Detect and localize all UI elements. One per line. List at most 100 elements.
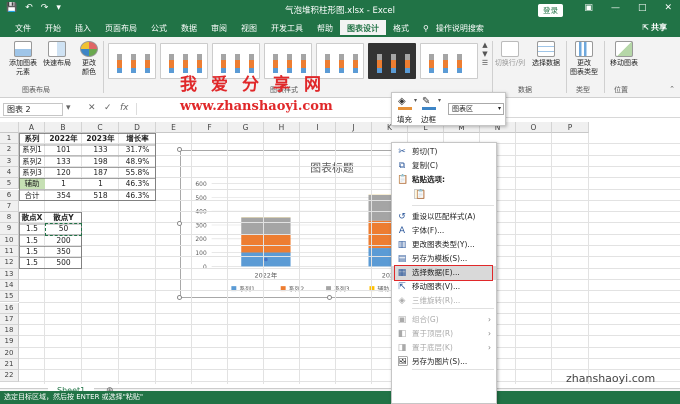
context-menu-item[interactable]: A 字体(F)...: [392, 224, 496, 238]
table-cell[interactable]: 31.7%: [119, 144, 156, 155]
table-cell[interactable]: 133: [82, 144, 119, 155]
worksheet-grid[interactable]: 图表标题01002003004005006002022年2023年系列1系列2系…: [0, 122, 680, 384]
column-header[interactable]: F: [192, 122, 228, 133]
row-header[interactable]: 18: [0, 325, 19, 337]
column-header[interactable]: D: [119, 122, 156, 133]
context-menu-item[interactable]: ▥ 更改图表类型(Y)...: [392, 238, 496, 252]
table-cell[interactable]: 133: [45, 156, 82, 167]
row-header[interactable]: 12: [0, 257, 19, 269]
table-cell[interactable]: 增长率: [119, 133, 156, 144]
table-cell[interactable]: 合计: [19, 190, 45, 201]
insert-function-icon[interactable]: fx: [120, 103, 129, 113]
ribbon-display-icon[interactable]: ▣: [584, 3, 593, 13]
table-cell[interactable]: 48.9%: [119, 156, 156, 167]
chart-resize-handle[interactable]: [177, 147, 182, 152]
column-header[interactable]: O: [516, 122, 552, 133]
change-chart-type-button[interactable]: 更改 图表类型: [568, 41, 600, 77]
chart-style-thumbnail[interactable]: [368, 43, 416, 79]
tab-formulas[interactable]: 公式: [144, 23, 174, 34]
column-header[interactable]: B: [45, 122, 82, 133]
table-cell[interactable]: 518: [82, 190, 119, 201]
row-header[interactable]: 10: [0, 234, 19, 246]
minimize-icon[interactable]: —: [611, 3, 620, 13]
row-header[interactable]: 11: [0, 246, 19, 258]
gallery-scroll-icon[interactable]: ▲ ▼ ☰: [481, 41, 489, 68]
row-header[interactable]: 8: [0, 212, 19, 224]
context-menu-item[interactable]: 📋 粘贴选项:: [392, 173, 496, 187]
table-cell[interactable]: 2023年: [82, 133, 119, 144]
tab-page-layout[interactable]: 页面布局: [98, 23, 144, 34]
table-cell[interactable]: 46.3%: [119, 190, 156, 201]
tell-me-search[interactable]: 操作说明搜索: [436, 23, 491, 34]
tab-insert[interactable]: 插入: [68, 23, 98, 34]
table-cell[interactable]: 系列3: [19, 167, 45, 178]
tab-data[interactable]: 数据: [174, 23, 204, 34]
column-header[interactable]: A: [19, 122, 45, 133]
maximize-icon[interactable]: □: [638, 3, 647, 13]
context-menu-item[interactable]: ▤ 另存为模板(S)...: [392, 252, 496, 266]
context-menu-item[interactable]: ▦ 选择数据(E)...: [392, 266, 496, 280]
column-header[interactable]: C: [82, 122, 119, 133]
row-header[interactable]: 3: [0, 155, 19, 167]
tab-review[interactable]: 审阅: [204, 23, 234, 34]
chart-resize-handle[interactable]: [177, 295, 182, 300]
outline-dropdown-icon[interactable]: ▾: [438, 97, 441, 104]
enter-icon[interactable]: ✓: [104, 103, 112, 113]
row-header[interactable]: 19: [0, 336, 19, 348]
row-header[interactable]: 20: [0, 347, 19, 359]
close-icon[interactable]: ✕: [664, 3, 672, 13]
table-cell[interactable]: 187: [82, 167, 119, 178]
name-box-dropdown-icon[interactable]: ▾: [66, 103, 71, 113]
row-header[interactable]: 16: [0, 302, 19, 314]
switch-row-column-button[interactable]: 切换行/列: [494, 41, 526, 68]
fill-dropdown-icon[interactable]: ▾: [414, 97, 417, 104]
tab-home[interactable]: 开始: [38, 23, 68, 34]
table-cell[interactable]: 1.5: [19, 223, 45, 234]
row-header[interactable]: 22: [0, 370, 19, 382]
row-header[interactable]: 4: [0, 166, 19, 179]
column-header[interactable]: P: [552, 122, 589, 133]
tab-developer[interactable]: 开发工具: [264, 23, 310, 34]
chart-style-thumbnail[interactable]: [108, 43, 156, 79]
context-menu-item[interactable]: ◧ 置于顶层(R) ›: [392, 327, 496, 341]
tab-view[interactable]: 视图: [234, 23, 264, 34]
row-header[interactable]: 15: [0, 291, 19, 303]
tab-chart-design[interactable]: 图表设计: [340, 20, 386, 37]
chart-resize-handle[interactable]: [327, 295, 332, 300]
column-header[interactable]: G: [228, 122, 264, 133]
table-cell[interactable]: 1.5: [19, 246, 45, 257]
table-cell[interactable]: 2022年: [45, 133, 82, 144]
column-header[interactable]: I: [300, 122, 336, 133]
tab-format[interactable]: 格式: [386, 23, 416, 34]
table-cell[interactable]: 散点Y: [45, 212, 82, 223]
row-header[interactable]: 21: [0, 359, 19, 371]
table-cell[interactable]: 200: [45, 235, 82, 246]
quick-layout-button[interactable]: 快速布局: [42, 41, 72, 68]
column-header[interactable]: J: [336, 122, 372, 133]
table-cell[interactable]: 55.8%: [119, 167, 156, 178]
change-colors-button[interactable]: 更改 颜色: [76, 41, 102, 77]
select-all-corner[interactable]: [0, 122, 19, 133]
login-button[interactable]: 登录: [538, 4, 563, 17]
context-menu-item[interactable]: 🖼 另存为图片(S)...: [392, 355, 496, 369]
table-cell[interactable]: 系列1: [19, 144, 45, 155]
row-header[interactable]: 7: [0, 200, 19, 213]
chart-resize-handle[interactable]: [177, 221, 182, 226]
table-cell[interactable]: 1.5: [19, 257, 45, 268]
row-header[interactable]: 13: [0, 268, 19, 280]
context-menu-item[interactable]: ↺ 重设以匹配样式(A): [392, 210, 496, 224]
tab-file[interactable]: 文件: [8, 23, 38, 34]
table-cell[interactable]: 1: [45, 178, 82, 189]
context-menu-item[interactable]: ⧉ 复制(C): [392, 159, 496, 173]
table-cell[interactable]: 350: [45, 246, 82, 257]
row-header[interactable]: 17: [0, 313, 19, 326]
tab-help[interactable]: 帮助: [310, 23, 340, 34]
cancel-icon[interactable]: ✕: [88, 103, 96, 113]
context-menu-item[interactable]: ▣ 组合(G) ›: [392, 313, 496, 327]
table-cell[interactable]: 系列2: [19, 156, 45, 167]
table-cell[interactable]: 50: [45, 223, 82, 234]
context-menu-item[interactable]: ◨ 置于底层(K) ›: [392, 341, 496, 355]
share-button[interactable]: ⇱ 共享: [635, 22, 674, 33]
row-header[interactable]: 1: [0, 133, 19, 145]
chart-style-thumbnail[interactable]: [420, 43, 478, 79]
